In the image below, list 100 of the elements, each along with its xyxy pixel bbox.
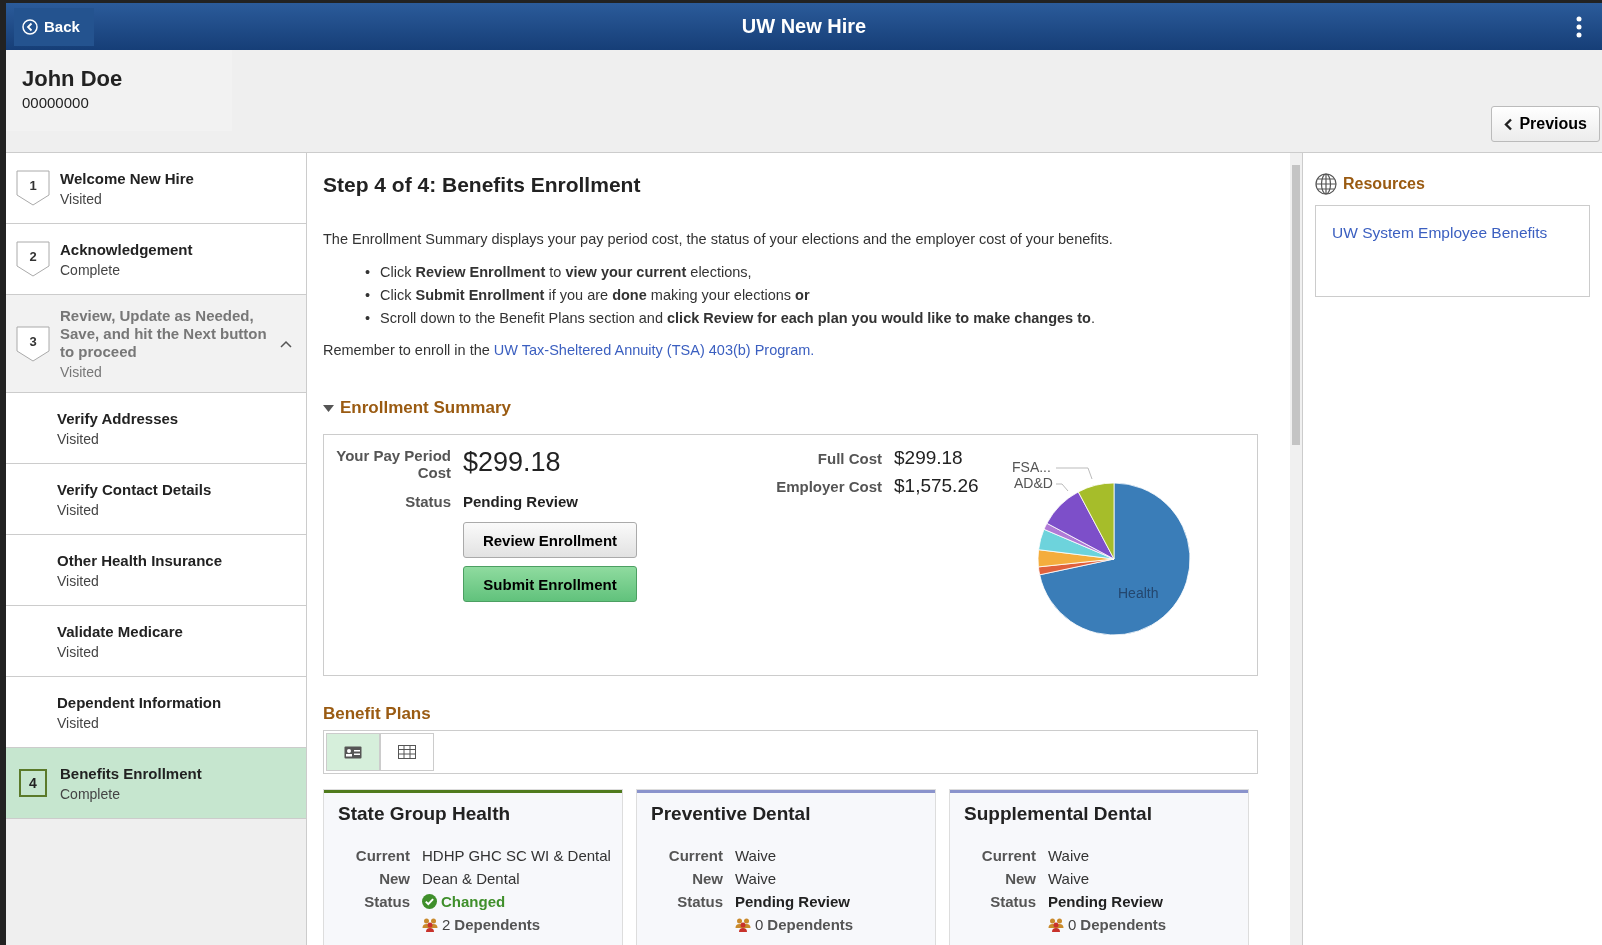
step-number-badge: 1 (16, 170, 50, 206)
people-icon (735, 917, 751, 932)
instruction-item: Click Submit Enrollment if you are done making your elections or (380, 286, 810, 305)
chevron-up-icon (280, 339, 292, 348)
resource-link[interactable]: UW System Employee Benefits (1332, 224, 1548, 241)
plan-name: Supplemental Dental (963, 802, 1153, 825)
globe-icon (1315, 173, 1337, 195)
step-heading: Step 4 of 4: Benefits Enrollment (323, 173, 642, 197)
section-toggle[interactable]: Enrollment Summary (323, 398, 1258, 418)
previous-button[interactable]: Previous (1491, 106, 1600, 142)
current-plan: Waive (735, 847, 778, 864)
step-title: Verify Addresses (57, 409, 180, 428)
step-status: Visited (60, 364, 103, 380)
tsa-program-link[interactable]: UW Tax-Sheltered Annuity (TSA) 403(b) Program. (493, 342, 815, 358)
pie-label: AD&D (1014, 475, 1053, 491)
step-number-badge: 3 (16, 325, 50, 362)
plan-name: State Group Health (337, 802, 512, 825)
pie-label: FSA... (1012, 459, 1051, 475)
field-label: New (1004, 870, 1036, 887)
dependents-count: 0 (755, 916, 764, 933)
back-button[interactable]: Back (14, 7, 94, 46)
review-enrollment-button[interactable]: Review Enrollment (463, 522, 637, 558)
card-view-button[interactable] (326, 733, 380, 771)
plan-name: Preventive Dental (650, 802, 812, 825)
new-plan: Waive (1048, 870, 1091, 887)
resources-heading: Resources (1343, 175, 1425, 193)
step-item[interactable]: Verify Contact Details Visited (6, 464, 306, 535)
menu-icon[interactable] (1576, 15, 1582, 38)
step-status: Visited (57, 430, 100, 447)
submit-enrollment-button[interactable]: Submit Enrollment (463, 566, 637, 602)
grid-view-button[interactable] (380, 733, 434, 771)
field-label: New (691, 870, 723, 887)
check-icon (422, 894, 437, 909)
grid-icon (398, 745, 416, 759)
full-cost: $299.18 (894, 447, 963, 469)
step-title: Benefits Enrollment (60, 764, 203, 783)
employer-cost: $1,575.26 (894, 475, 979, 497)
step-title: Verify Contact Details (57, 480, 213, 499)
caret-icon (323, 404, 334, 412)
step-status: Visited (57, 643, 100, 660)
step-title: Dependent Information (57, 693, 223, 712)
section-heading: Benefit Plans (323, 704, 432, 724)
step-item[interactable]: Dependent Information Visited (6, 677, 306, 748)
step-title: Welcome New Hire (60, 169, 195, 188)
field-label: Status (363, 893, 410, 910)
step-item[interactable]: Validate Medicare Visited (6, 606, 306, 677)
dependents-count: 0 (1068, 916, 1077, 933)
step-number-badge: 2 (16, 241, 50, 277)
field-label: New (378, 870, 410, 887)
step-title: Other Health Insurance (57, 551, 224, 570)
people-icon (1048, 917, 1064, 932)
plan-status: Pending Review (735, 893, 851, 910)
field-label: Status (989, 893, 1036, 910)
step-status: Visited (57, 714, 100, 731)
step-item[interactable]: Other Health Insurance Visited (6, 535, 306, 606)
field-label: Status (676, 893, 723, 910)
step-number-badge: 4 (19, 769, 47, 797)
step-status: Complete (60, 785, 121, 802)
scrollbar[interactable] (1290, 153, 1302, 945)
new-plan: Waive (735, 870, 778, 887)
dependents-label: Dependents (767, 916, 854, 933)
step-item[interactable]: 1 Welcome New Hire Visited (6, 153, 306, 224)
dependents-label: Dependents (454, 916, 541, 933)
step-status: Visited (57, 572, 100, 589)
field-label: Full Cost (816, 450, 882, 467)
pie-label: Health (1118, 585, 1159, 601)
step-status: Complete (60, 261, 121, 278)
intro-text: The Enrollment Summary displays your pay period cost, the status of your elections and the employer cost of your benefits. (323, 231, 1114, 247)
plan-status: Changed (441, 893, 506, 910)
bullet-marker: • (365, 286, 371, 305)
field-label: Status (404, 493, 451, 510)
step-title: Acknowledgement (60, 240, 194, 259)
field-label: Current (667, 847, 723, 864)
dependents-label: Dependents (1080, 916, 1167, 933)
person-name: John Doe (22, 66, 123, 92)
field-label: Your Pay Period Cost (336, 447, 451, 481)
bullet-marker: • (365, 263, 371, 282)
id-card-icon (344, 745, 362, 759)
current-plan: HDHP GHC SC WI & Dental (422, 847, 612, 864)
step-item[interactable]: 2 Acknowledgement Complete (6, 224, 306, 295)
leader-line (1056, 467, 1096, 493)
new-plan: Dean & Dental (422, 870, 521, 887)
dependents-count: 2 (442, 916, 451, 933)
chevron-left-icon (1504, 117, 1514, 131)
page-title: UW New Hire (741, 15, 867, 38)
person-id: 00000000 (22, 94, 90, 111)
bullet-marker: • (365, 309, 371, 328)
field-label: Current (980, 847, 1036, 864)
step-status: Visited (60, 190, 103, 207)
back-icon (22, 18, 38, 35)
instruction-item: Scroll down to the Benefit Plans section and click Review for each plan you would like to make changes to. (380, 309, 1095, 328)
step-item[interactable]: 4 Benefits Enrollment Complete (6, 748, 306, 819)
reminder-text: Remember to enroll in the UW Tax-Sheltered Annuity (TSA) 403(b) Program. (323, 342, 816, 358)
current-plan: Waive (1048, 847, 1091, 864)
step-item[interactable]: Verify Addresses Visited (6, 393, 306, 464)
plan-status: Pending Review (1048, 893, 1164, 910)
instruction-item: Click Review Enrollment to view your current elections, (380, 263, 752, 282)
people-icon (422, 917, 438, 932)
field-label: Current (354, 847, 410, 864)
step-title: Validate Medicare (57, 622, 184, 641)
